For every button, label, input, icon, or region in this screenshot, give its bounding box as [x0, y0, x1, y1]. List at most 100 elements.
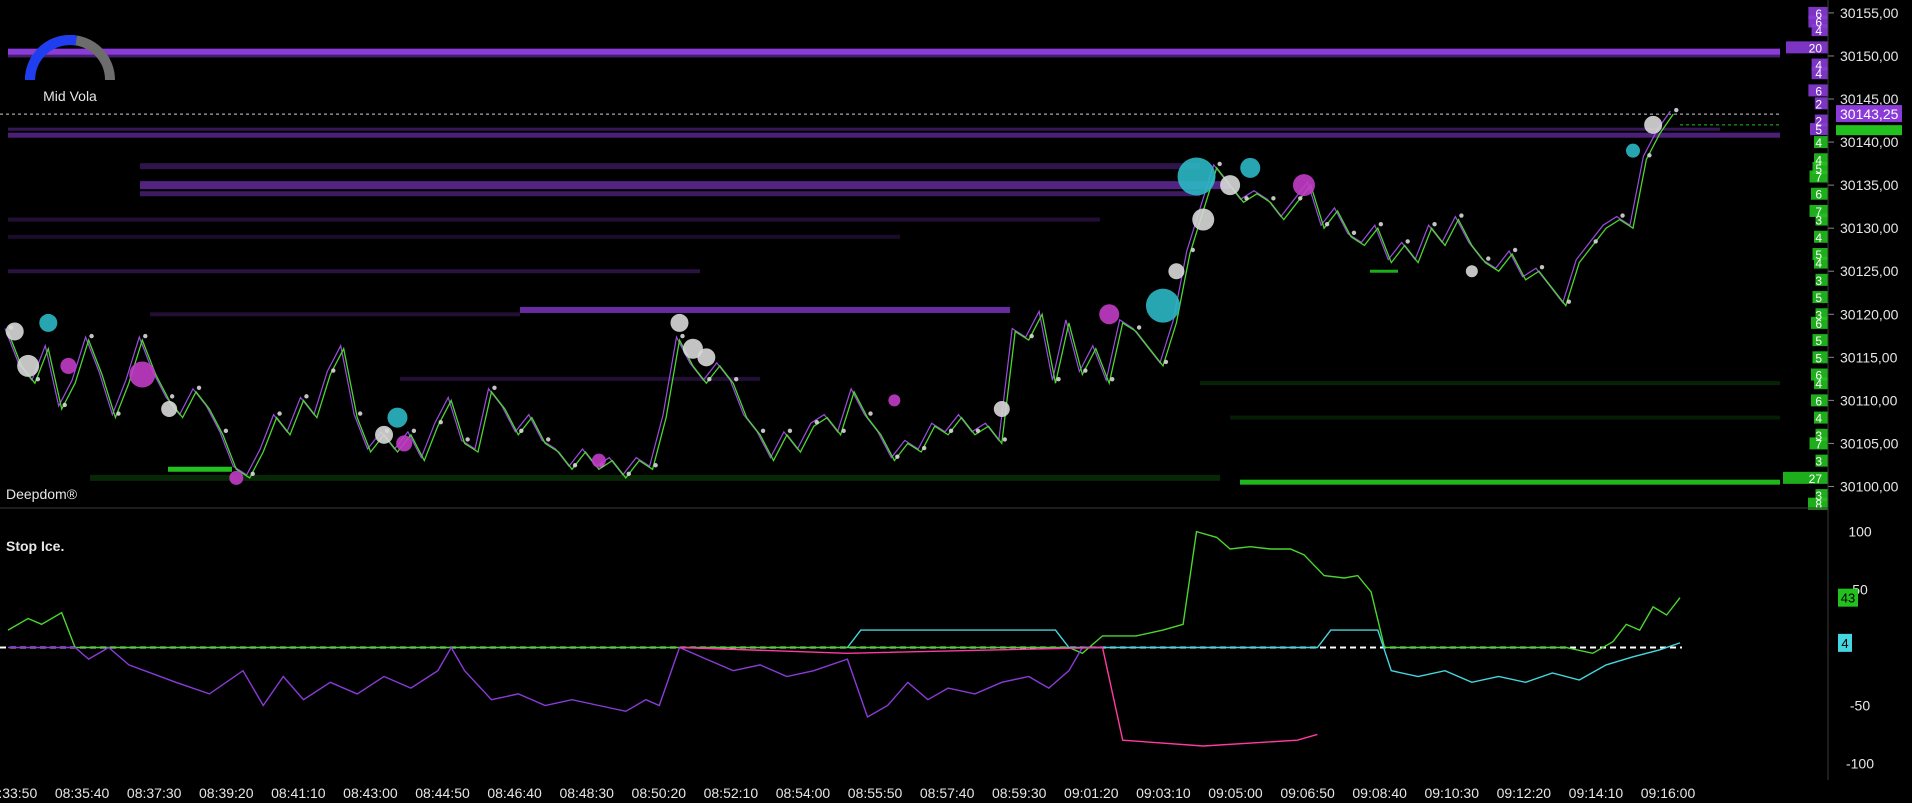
- sub-tick-label: -50: [1850, 697, 1870, 713]
- time-tick-label: 09:10:30: [1424, 785, 1479, 801]
- trade-dot: [357, 411, 363, 416]
- trade-dot: [1163, 359, 1169, 365]
- trade-bubble: [670, 313, 689, 332]
- time-tick-label: 08:46:40: [487, 785, 542, 801]
- time-tick-label: 08:57:40: [920, 785, 975, 801]
- trade-dot: [841, 428, 846, 434]
- price-tick-label: 30130,00: [1840, 220, 1899, 236]
- trade-dot: [572, 463, 578, 468]
- trade-dot: [1324, 221, 1330, 227]
- trade-bubble: [1292, 174, 1315, 197]
- trade-bubble: [1192, 208, 1215, 231]
- trade-dot: [653, 463, 658, 468]
- deepdom-chart[interactable]: 6642044622544576734543536556464373273830…: [0, 0, 1912, 803]
- trade-bubble: [387, 407, 408, 428]
- trade-bubble: [1145, 288, 1180, 323]
- time-tick-label: 08:54:00: [776, 785, 831, 801]
- trade-dot: [196, 385, 202, 390]
- trade-dot: [1298, 196, 1303, 201]
- trade-bubble: [1220, 175, 1241, 196]
- time-tick-label: 08:35:40: [55, 785, 110, 801]
- trade-dot: [1029, 333, 1034, 339]
- price-tick-label: 30105,00: [1840, 435, 1899, 451]
- trade-dot: [1110, 376, 1115, 382]
- bid-size-label: 6: [1815, 394, 1822, 408]
- bid-size-label: 4: [1815, 136, 1822, 150]
- ask-size-label: 6: [1815, 84, 1822, 98]
- ask-heat-band: [8, 217, 1100, 222]
- trade-dot: [1190, 247, 1196, 253]
- trade-bubble: [591, 453, 606, 468]
- sub-series-purple: [8, 646, 1103, 719]
- trade-bubble: [697, 348, 716, 367]
- trade-dot: [1486, 256, 1491, 261]
- bid-size-label: 3: [1815, 274, 1822, 288]
- trade-bubble: [1177, 157, 1216, 196]
- ask-heat-band: [8, 54, 1828, 58]
- trade-dot: [492, 385, 497, 390]
- sub-series-pink: [679, 646, 1318, 747]
- trade-dot: [1593, 239, 1598, 244]
- ask-size-label: 4: [1815, 67, 1822, 81]
- ask-size-label: 20: [1809, 41, 1823, 55]
- trade-dot: [438, 420, 443, 425]
- price-tick-label: 30120,00: [1840, 306, 1899, 322]
- trade-dot: [1539, 265, 1545, 270]
- trade-bubble: [396, 435, 413, 452]
- trade-dot: [868, 411, 873, 416]
- time-tick-label: 08:41:10: [271, 785, 326, 801]
- bid-size-label: 7: [1815, 171, 1822, 185]
- ask-size-label: 5: [1815, 123, 1822, 137]
- price-axis[interactable]: [1828, 12, 1834, 487]
- cyan-value-label: 4: [1841, 636, 1848, 651]
- trade-dot: [143, 333, 148, 339]
- bid-size-label: 4: [1815, 412, 1822, 426]
- trade-dot: [1002, 437, 1007, 442]
- ask-heat-band: [8, 269, 700, 274]
- ask-heat-band: [8, 48, 1828, 55]
- sub-panel-title: Stop Ice.: [6, 538, 64, 554]
- ask-heat-band: [140, 163, 1200, 170]
- trade-dot: [465, 437, 470, 442]
- trade-dot: [1217, 161, 1222, 167]
- trade-bubble: [229, 470, 244, 485]
- trade-dot: [1432, 221, 1437, 227]
- trade-dot: [1244, 196, 1249, 201]
- bid-size-label: 3: [1815, 455, 1822, 469]
- bid-size-label: 27: [1809, 472, 1823, 486]
- bid-size-label: 4: [1815, 231, 1822, 245]
- time-tick-label: 08:39:20: [199, 785, 254, 801]
- trade-bubble: [1240, 157, 1261, 178]
- trade-dot: [922, 445, 927, 451]
- vola-gauge-fill: [25, 35, 78, 81]
- trade-dot: [734, 376, 739, 382]
- trade-dot: [62, 402, 67, 408]
- trade-dot: [1512, 247, 1518, 253]
- trade-dot: [250, 471, 255, 477]
- trade-dot: [1271, 196, 1276, 201]
- trade-dot: [169, 394, 175, 399]
- time-tick-label: 08:33:50: [0, 785, 37, 801]
- trade-dot: [331, 368, 336, 373]
- trade-bubble: [1099, 304, 1120, 325]
- trade-bubble: [1168, 263, 1185, 280]
- price-tick-label: 30150,00: [1840, 48, 1899, 64]
- trade-dot: [35, 376, 41, 382]
- bid-size-label: 5: [1815, 351, 1822, 365]
- trade-dot: [895, 454, 900, 459]
- ask-heat-band: [8, 132, 1828, 138]
- ask-heat-band: [520, 306, 1010, 313]
- trade-dot: [1378, 221, 1384, 227]
- price-tick-label: 30110,00: [1840, 392, 1898, 408]
- time-tick-label: 08:43:00: [343, 785, 398, 801]
- trade-dot: [1083, 368, 1088, 373]
- volatility-gauge: [25, 35, 115, 81]
- ask-size-label: 2: [1815, 97, 1822, 111]
- time-tick-label: 09:14:10: [1569, 785, 1624, 801]
- trade-dot: [1405, 239, 1410, 244]
- trade-dot: [1459, 213, 1464, 218]
- time-tick-label: 09:01:20: [1064, 785, 1119, 801]
- trade-dot: [787, 428, 793, 434]
- bid-size-label: 6: [1815, 317, 1822, 331]
- trade-bubble: [161, 400, 178, 417]
